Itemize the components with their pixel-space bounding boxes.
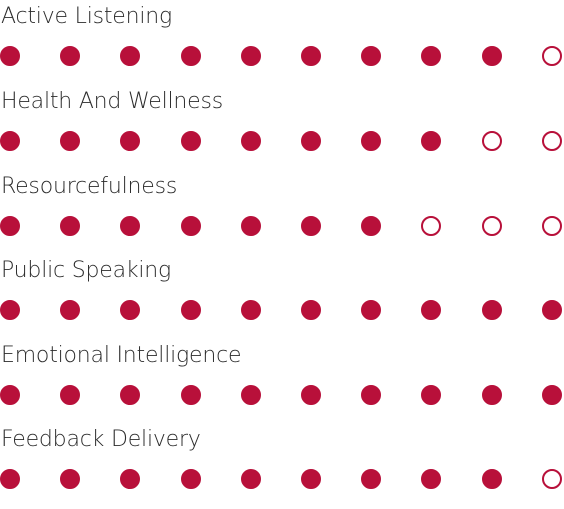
rating-dot-filled (180, 300, 201, 320)
rating-dot-filled (240, 300, 261, 320)
rating-dot-filled (0, 131, 20, 151)
rating-dot-filled (0, 300, 20, 320)
rating-dot-filled (0, 216, 20, 236)
rating-dot-filled (481, 469, 502, 489)
rating-dot-empty (541, 469, 562, 489)
rating-dot-filled (60, 385, 81, 405)
skill-label: Active Listening (1, 4, 173, 29)
skill-row-health-and-wellness: Health And Wellness (0, 87, 564, 171)
rating-dot-filled (541, 300, 562, 320)
rating-dot-filled (481, 385, 502, 405)
rating-dot-filled (361, 216, 382, 236)
rating-dot-filled (120, 300, 141, 320)
rating-dot-filled (120, 216, 141, 236)
rating-dot-filled (361, 385, 382, 405)
rating-dot-filled (421, 46, 442, 66)
skill-row-public-speaking: Public Speaking (0, 256, 564, 340)
rating-dot-empty (481, 216, 502, 236)
rating-dot-filled (301, 300, 321, 320)
rating-dots (0, 385, 564, 407)
skill-label: Public Speaking (1, 258, 172, 283)
rating-dot-filled (240, 469, 261, 489)
rating-dot-empty (421, 216, 442, 236)
rating-dot-filled (240, 46, 261, 66)
rating-dot-filled (180, 46, 201, 66)
rating-dot-filled (60, 131, 81, 151)
rating-dot-filled (120, 131, 141, 151)
rating-dot-filled (301, 385, 321, 405)
rating-dot-empty (481, 131, 502, 151)
rating-dot-filled (180, 385, 201, 405)
rating-dot-filled (60, 300, 81, 320)
skill-row-active-listening: Active Listening (0, 2, 564, 86)
rating-dot-filled (240, 131, 261, 151)
rating-dot-filled (421, 131, 442, 151)
rating-dot-empty (541, 46, 562, 66)
rating-dot-filled (0, 46, 20, 66)
skill-label: Feedback Delivery (1, 427, 201, 452)
rating-dot-empty (541, 216, 562, 236)
skill-label: Emotional Intelligence (1, 343, 242, 368)
rating-dot-filled (60, 469, 81, 489)
rating-dot-filled (180, 469, 201, 489)
rating-dot-filled (0, 469, 20, 489)
rating-dots (0, 216, 564, 238)
rating-dot-filled (481, 300, 502, 320)
rating-dots (0, 131, 564, 153)
rating-dots (0, 300, 564, 322)
skill-label: Resourcefulness (1, 174, 178, 199)
rating-dot-filled (361, 131, 382, 151)
rating-dot-filled (421, 300, 442, 320)
rating-dot-filled (361, 46, 382, 66)
rating-dot-filled (60, 216, 81, 236)
rating-dot-filled (301, 131, 321, 151)
rating-dot-filled (120, 46, 141, 66)
skills-rating-list: Active Listening Health And Wellness Res… (0, 0, 564, 493)
rating-dot-filled (301, 46, 321, 66)
rating-dots (0, 469, 564, 491)
rating-dot-filled (301, 469, 321, 489)
rating-dot-filled (361, 300, 382, 320)
skill-row-feedback-delivery: Feedback Delivery (0, 425, 564, 509)
rating-dot-filled (240, 216, 261, 236)
rating-dot-filled (120, 469, 141, 489)
skill-label: Health And Wellness (1, 89, 224, 114)
rating-dot-filled (361, 469, 382, 489)
rating-dot-filled (421, 469, 442, 489)
rating-dot-empty (541, 131, 562, 151)
rating-dot-filled (240, 385, 261, 405)
rating-dot-filled (421, 385, 442, 405)
rating-dots (0, 46, 564, 68)
rating-dot-filled (120, 385, 141, 405)
rating-dot-filled (180, 216, 201, 236)
rating-dot-filled (180, 131, 201, 151)
rating-dot-filled (0, 385, 20, 405)
rating-dot-filled (541, 385, 562, 405)
skill-row-emotional-intelligence: Emotional Intelligence (0, 341, 564, 425)
skill-row-resourcefulness: Resourcefulness (0, 172, 564, 256)
rating-dot-filled (481, 46, 502, 66)
rating-dot-filled (301, 216, 321, 236)
rating-dot-filled (60, 46, 81, 66)
